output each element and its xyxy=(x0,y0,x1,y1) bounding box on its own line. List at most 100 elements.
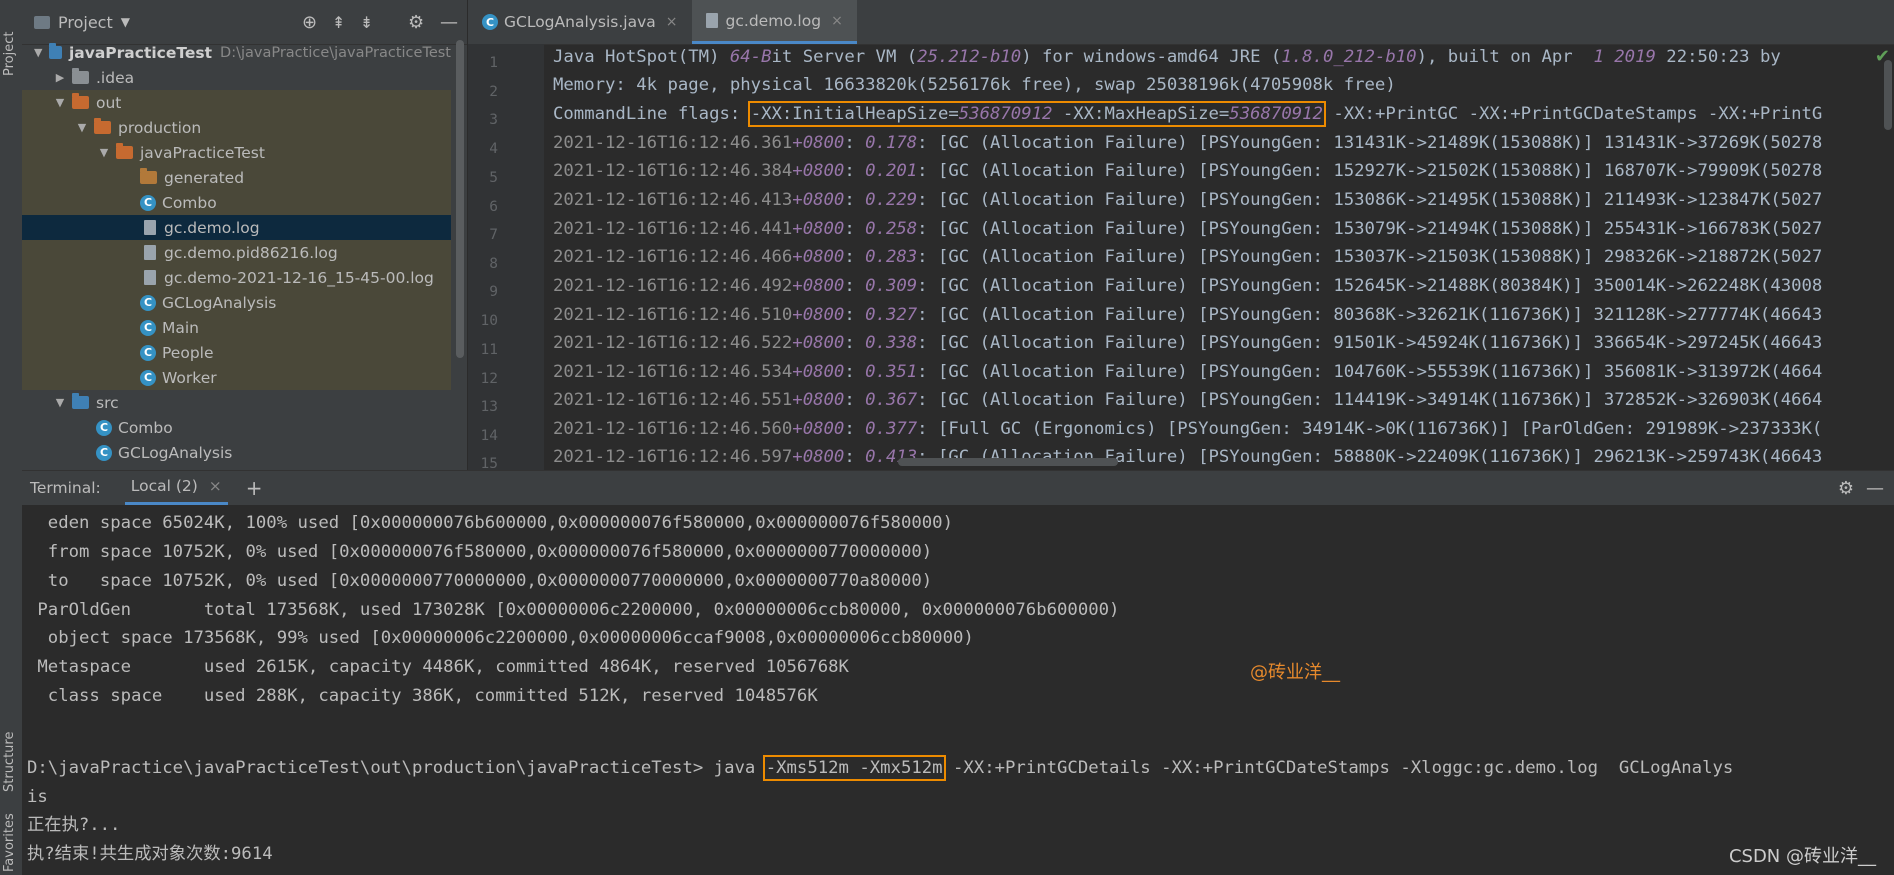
terminal-output-line: to space 10752K, 0% used [0x000000077000… xyxy=(27,571,933,591)
log-file-icon xyxy=(144,245,156,260)
tree-item-label: gc.demo-2021-12-16_15-45-00.log xyxy=(164,268,434,287)
line-number: 8 xyxy=(489,256,498,272)
code-line-2: Memory: 4k page, physical 16633820k(5256… xyxy=(553,75,1396,95)
close-icon[interactable]: × xyxy=(831,13,843,29)
favorites-tool-button[interactable]: Favorites xyxy=(2,800,20,872)
terminal-tab-label: Local (2) xyxy=(130,477,198,495)
tree-item-javapracticetest[interactable]: ▼ javaPracticeTest xyxy=(22,140,451,165)
line-number: 13 xyxy=(480,399,498,415)
project-panel: Project ▼ ⊕ ⇞ ⇟ ⚙ — ▼ javaPracticeTest D… xyxy=(22,0,468,470)
code-line-1: Java HotSpot(TM) 64-Bit Server VM (25.21… xyxy=(553,47,1781,67)
class-icon: C xyxy=(140,294,156,311)
tree-item-label: GCLogAnalysis xyxy=(162,293,277,312)
tree-item-gc-demo-pid-log[interactable]: gc.demo.pid86216.log xyxy=(22,240,451,265)
gc-log-line: 2021-12-16T16:12:46.361+0800: 0.178: [GC… xyxy=(553,133,1823,153)
tree-item-people-class[interactable]: C People xyxy=(22,340,451,365)
log-file-icon xyxy=(144,220,156,235)
line-number: 14 xyxy=(480,428,498,444)
footer-watermark: CSDN @砖业洋__ xyxy=(1728,846,1876,867)
project-panel-header: Project ▼ ⊕ ⇞ ⇟ ⚙ — xyxy=(22,0,467,45)
add-terminal-icon[interactable]: + xyxy=(246,476,263,500)
tree-item-label: Combo xyxy=(162,193,217,212)
gc-log-line: 2021-12-16T16:12:46.441+0800: 0.258: [GC… xyxy=(553,219,1823,239)
minimize-icon[interactable]: — xyxy=(1866,478,1884,499)
horizontal-scrollbar[interactable] xyxy=(898,458,1118,466)
terminal-command-line[interactable]: D:\javaPractice\javaPracticeTest\out\pro… xyxy=(27,754,1733,782)
folder-icon xyxy=(116,143,133,159)
tree-item-out[interactable]: ▼ out xyxy=(22,90,451,115)
project-tool-button[interactable]: Project xyxy=(2,6,20,76)
terminal-output-line: object space 173568K, 99% used [0x000000… xyxy=(27,628,974,648)
chevron-down-icon[interactable]: ▼ xyxy=(52,96,68,109)
log-file-icon xyxy=(144,270,156,285)
gc-log-line: 2021-12-16T16:12:46.597+0800: 0.413: [GC… xyxy=(553,447,1823,467)
terminal-header: Terminal: Local (2) × + ⚙ — xyxy=(22,470,1894,505)
chevron-down-icon[interactable]: ▼ xyxy=(32,46,45,59)
class-icon: C xyxy=(96,444,112,461)
folder-icon xyxy=(140,168,157,184)
tree-item-label: gc.demo.pid86216.log xyxy=(164,243,338,262)
terminal-output-line: Metaspace used 2615K, capacity 4486K, co… xyxy=(27,657,849,677)
class-icon: C xyxy=(140,319,156,336)
tree-item-gc-demo-log[interactable]: gc.demo.log xyxy=(22,215,451,240)
tree-item-label: Worker xyxy=(162,368,217,387)
gc-log-line: 2021-12-16T16:12:46.560+0800: 0.377: [Fu… xyxy=(553,419,1823,439)
jvm-heap-flags-highlight: -Xms512m -Xmx512m xyxy=(762,755,946,781)
tree-item-main-class[interactable]: C Main xyxy=(22,315,451,340)
gear-icon[interactable]: ⚙ xyxy=(408,12,424,33)
tree-item-combo-class[interactable]: C Combo xyxy=(22,190,451,215)
tree-item-idea[interactable]: ▶ .idea xyxy=(22,65,451,90)
line-number-gutter: 1 2 3 4 5 6 7 8 9 10 11 12 13 14 15 xyxy=(468,44,544,472)
tree-item-production[interactable]: ▼ production xyxy=(22,115,451,140)
chevron-right-icon[interactable]: ▶ xyxy=(52,71,68,84)
terminal-output-line: eden space 65024K, 100% used [0x00000007… xyxy=(27,513,953,533)
code-view[interactable]: Java HotSpot(TM) 64-Bit Server VM (25.21… xyxy=(553,44,1894,470)
tree-item-src[interactable]: ▼ src xyxy=(22,390,451,415)
folder-icon xyxy=(94,118,111,134)
expand-all-icon[interactable]: ⇞ xyxy=(332,13,345,32)
module-folder-icon xyxy=(48,43,62,59)
close-icon[interactable]: × xyxy=(209,477,222,495)
tree-item-gcloganalysis-source[interactable]: C GCLogAnalysis xyxy=(22,440,451,465)
tab-label: GCLogAnalysis.java xyxy=(504,13,656,31)
chevron-down-icon[interactable]: ▼ xyxy=(96,146,112,159)
tab-gc-demo-log[interactable]: gc.demo.log × xyxy=(691,0,857,44)
tree-item-gcloganalysis-class[interactable]: C GCLogAnalysis xyxy=(22,290,451,315)
chevron-down-icon[interactable]: ▼ xyxy=(74,121,90,134)
gc-log-line: 2021-12-16T16:12:46.522+0800: 0.338: [GC… xyxy=(553,333,1823,353)
tree-item-label: javaPracticeTest xyxy=(140,143,265,162)
collapse-all-icon[interactable]: ⇟ xyxy=(360,13,373,32)
locate-icon[interactable]: ⊕ xyxy=(302,12,317,33)
tree-item-combo-source[interactable]: C Combo xyxy=(22,415,451,440)
tree-item-gc-demo-dated-log[interactable]: gc.demo-2021-12-16_15-45-00.log xyxy=(22,265,451,290)
editor-scrollbar[interactable] xyxy=(1882,60,1894,440)
folder-icon xyxy=(72,93,89,109)
line-number: 1 xyxy=(489,55,498,71)
project-title[interactable]: Project xyxy=(58,13,113,32)
tab-label: gc.demo.log xyxy=(725,11,822,30)
class-icon: C xyxy=(96,419,112,436)
class-icon: C xyxy=(140,369,156,386)
gc-log-line: 2021-12-16T16:12:46.492+0800: 0.309: [GC… xyxy=(553,276,1823,296)
close-icon[interactable]: × xyxy=(666,14,678,30)
program-output-running: 正在执?... xyxy=(27,815,121,835)
tree-item-worker-class[interactable]: C Worker xyxy=(22,365,451,390)
line-number: 5 xyxy=(489,170,498,186)
line-number: 3 xyxy=(489,112,498,128)
gc-log-line: 2021-12-16T16:12:46.510+0800: 0.327: [GC… xyxy=(553,305,1823,325)
structure-tool-button[interactable]: Structure xyxy=(2,712,20,792)
tab-gcloganalysis-java[interactable]: C GCLogAnalysis.java × xyxy=(468,0,692,44)
line-number: 2 xyxy=(489,84,498,100)
project-scrollbar[interactable] xyxy=(456,40,464,358)
tree-item-label: Main xyxy=(162,318,200,337)
minimize-icon[interactable]: — xyxy=(440,12,458,33)
chevron-down-icon[interactable]: ▼ xyxy=(52,396,68,409)
gc-log-line: 2021-12-16T16:12:46.551+0800: 0.367: [GC… xyxy=(553,390,1823,410)
tree-item-root[interactable]: ▼ javaPracticeTest D:\javaPractice\javaP… xyxy=(22,40,451,65)
gc-log-line: 2021-12-16T16:12:46.466+0800: 0.283: [GC… xyxy=(553,247,1823,267)
gear-icon[interactable]: ⚙ xyxy=(1838,478,1854,499)
terminal-tab-local[interactable]: Local (2) × xyxy=(124,471,228,505)
line-number: 12 xyxy=(480,371,498,387)
chevron-down-icon[interactable]: ▼ xyxy=(121,15,130,29)
tree-item-generated[interactable]: generated xyxy=(22,165,451,190)
